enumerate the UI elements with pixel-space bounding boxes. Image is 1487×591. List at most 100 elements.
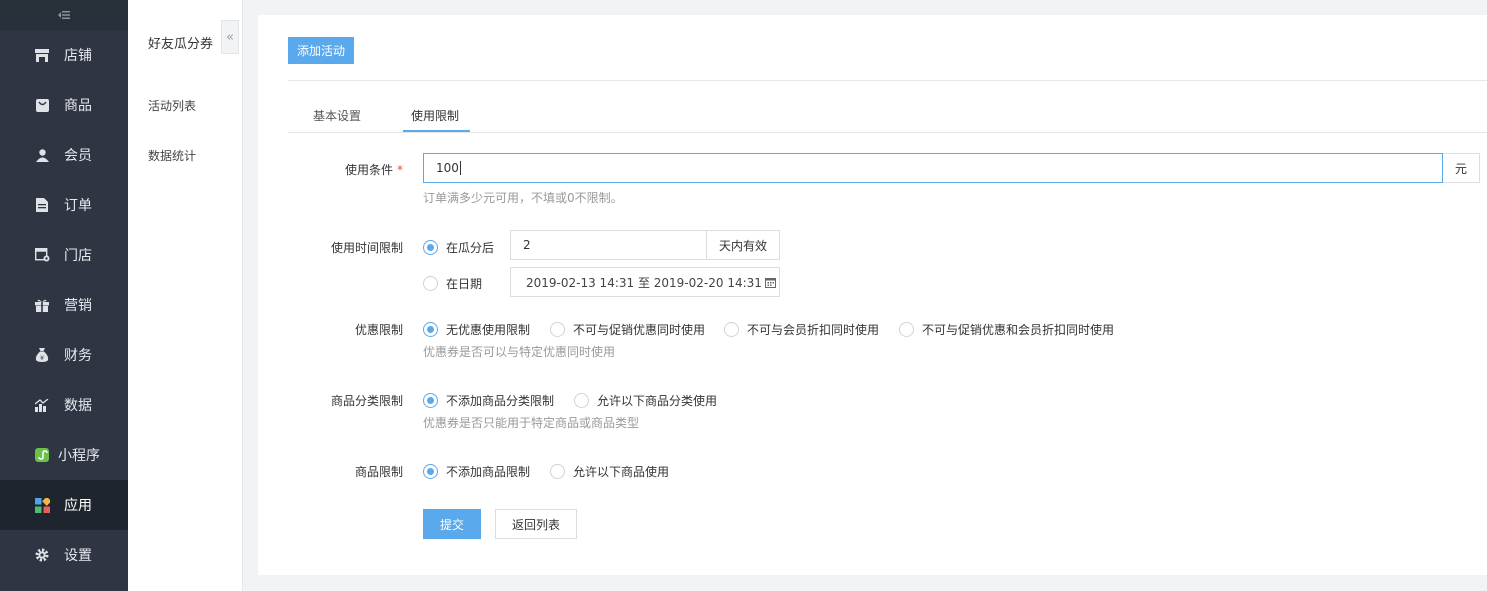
radio-label: 不添加商品分类限制 [446, 394, 555, 408]
required-mark: * [397, 163, 403, 177]
menu-toggle-icon[interactable] [0, 0, 128, 30]
nav-label: 设置 [64, 548, 92, 564]
goods-limit-label: 商品限制 [354, 465, 403, 479]
radio-label: 不可与促销优惠和会员折扣同时使用 [922, 323, 1115, 337]
radio-label: 允许以下商品分类使用 [597, 394, 718, 408]
nav-label: 财务 [64, 348, 92, 364]
nav-item-apps[interactable]: 应用 [0, 480, 128, 530]
radio-label: 允许以下商品使用 [573, 465, 670, 479]
submit-button[interactable]: 提交 [423, 509, 481, 539]
store-icon [34, 247, 50, 263]
radio-dot [550, 322, 565, 337]
nav-label: 数据 [64, 398, 92, 414]
radio-dot [423, 393, 438, 408]
radio-no-promo-member-combo[interactable]: 不可与促销优惠和会员折扣同时使用 [899, 321, 1114, 338]
tab-usage-limits[interactable]: 使用限制 [411, 107, 459, 124]
nav-label: 小程序 [58, 448, 100, 464]
text-cursor [459, 161, 461, 175]
nav-label: 营销 [64, 298, 92, 314]
radio-allow-categories[interactable]: 允许以下商品分类使用 [574, 392, 717, 409]
shop-icon [34, 47, 50, 63]
radio-label: 在瓜分后 [446, 241, 495, 255]
nav-item-marketing[interactable]: 营销 [0, 280, 128, 330]
radio-dot [899, 322, 914, 337]
nav-item-order[interactable]: 订单 [0, 180, 128, 230]
nav-label: 店铺 [64, 48, 92, 64]
radio-no-category-limit[interactable]: 不添加商品分类限制 [423, 392, 554, 409]
category-hint: 优惠券是否只能用于特定商品或商品类型 [423, 416, 640, 430]
radio-no-member-combo[interactable]: 不可与会员折扣同时使用 [724, 321, 879, 338]
radio-dot [724, 322, 739, 337]
nav-label: 订单 [64, 198, 92, 214]
radio-no-discount-limit[interactable]: 无优惠使用限制 [423, 321, 530, 338]
radio-label: 无优惠使用限制 [446, 323, 531, 337]
subnav-title: 好友瓜分券 [148, 37, 214, 52]
mini-program-icon [34, 447, 50, 463]
condition-amount-input[interactable]: 100 [423, 153, 1443, 183]
sub-sidebar: 好友瓜分券 活动列表 数据统计 [128, 0, 243, 591]
radio-dot [574, 393, 589, 408]
discount-limit-label: 优惠限制 [354, 323, 403, 337]
nav-item-settings[interactable]: 设置 [0, 530, 128, 580]
nav-item-shop[interactable]: 店铺 [0, 30, 128, 80]
yuan-unit-addon: 元 [1443, 153, 1480, 183]
nav-item-goods[interactable]: 商品 [0, 80, 128, 130]
collapse-sidebar-button[interactable]: « [221, 20, 239, 54]
tab-bar: 基本设置 使用限制 [288, 100, 1487, 133]
active-tab-indicator [403, 130, 470, 132]
radio-dot [423, 240, 438, 255]
radio-allow-goods[interactable]: 允许以下商品使用 [550, 463, 669, 480]
back-to-list-button[interactable]: 返回列表 [495, 509, 577, 539]
category-limit-label: 商品分类限制 [330, 394, 403, 408]
calendar-icon [764, 277, 776, 288]
nav-label: 门店 [64, 248, 92, 264]
radio-label: 不可与会员折扣同时使用 [747, 323, 880, 337]
condition-hint: 订单满多少元可用，不填或0不限制。 [423, 191, 623, 205]
radio-dot [550, 464, 565, 479]
chart-icon [34, 397, 50, 413]
double-chevron-left-icon: « [226, 29, 234, 45]
condition-amount-value: 100 [436, 161, 459, 175]
radio-after-split[interactable]: 在瓜分后 [423, 239, 494, 256]
gear-icon [34, 547, 50, 563]
radio-label: 在日期 [446, 277, 483, 291]
radio-label: 不添加商品限制 [446, 465, 531, 479]
nav-item-data[interactable]: 数据 [0, 380, 128, 430]
days-unit-addon: 天内有效 [706, 230, 780, 260]
nav-label: 应用 [64, 498, 92, 514]
condition-label: 使用条件 * [283, 161, 403, 178]
radio-no-goods-limit[interactable]: 不添加商品限制 [423, 463, 530, 480]
user-icon [34, 147, 50, 163]
content-card: 添加活动 基本设置 使用限制 使用条件 * 100 元 订单满多少元可用，不填或0… [258, 15, 1487, 575]
goods-icon [34, 97, 50, 113]
add-activity-button[interactable]: 添加活动 [288, 37, 354, 64]
date-range-value: 2019-02-13 14:31 至 2019-02-20 14:31 [526, 275, 762, 290]
nav-item-member[interactable]: 会员 [0, 130, 128, 180]
nav-item-finance[interactable]: ¥ 财务 [0, 330, 128, 380]
tab-basic-settings[interactable]: 基本设置 [313, 107, 361, 124]
gift-icon [34, 297, 50, 313]
nav-item-store[interactable]: 门店 [0, 230, 128, 280]
apps-icon [34, 497, 50, 513]
main-sidebar: 店铺 商品 会员 订单 门店 营销 ¥ 财务 数据 小程序 应用 设置 [0, 0, 128, 591]
valid-days-input[interactable]: 2 [510, 230, 707, 260]
radio-dot [423, 276, 438, 291]
divider [288, 80, 1487, 81]
radio-by-date[interactable]: 在日期 [423, 275, 482, 292]
svg-text:¥: ¥ [40, 355, 44, 362]
time-limit-label: 使用时间限制 [330, 241, 403, 255]
nav-label: 会员 [64, 148, 92, 164]
condition-label-text: 使用条件 [344, 163, 393, 177]
radio-no-promo-combo[interactable]: 不可与促销优惠同时使用 [550, 321, 705, 338]
date-range-input[interactable]: 2019-02-13 14:31 至 2019-02-20 14:31 [510, 267, 780, 297]
order-icon [34, 197, 50, 213]
subnav-item-statistics[interactable]: 数据统计 [148, 147, 196, 164]
subnav-item-activity-list[interactable]: 活动列表 [148, 97, 196, 114]
radio-dot [423, 464, 438, 479]
money-bag-icon: ¥ [34, 347, 50, 363]
radio-label: 不可与促销优惠同时使用 [573, 323, 706, 337]
nav-item-mini-program[interactable]: 小程序 [0, 430, 128, 480]
nav-label: 商品 [64, 98, 92, 114]
discount-hint: 优惠券是否可以与特定优惠同时使用 [423, 345, 616, 359]
radio-dot [423, 322, 438, 337]
